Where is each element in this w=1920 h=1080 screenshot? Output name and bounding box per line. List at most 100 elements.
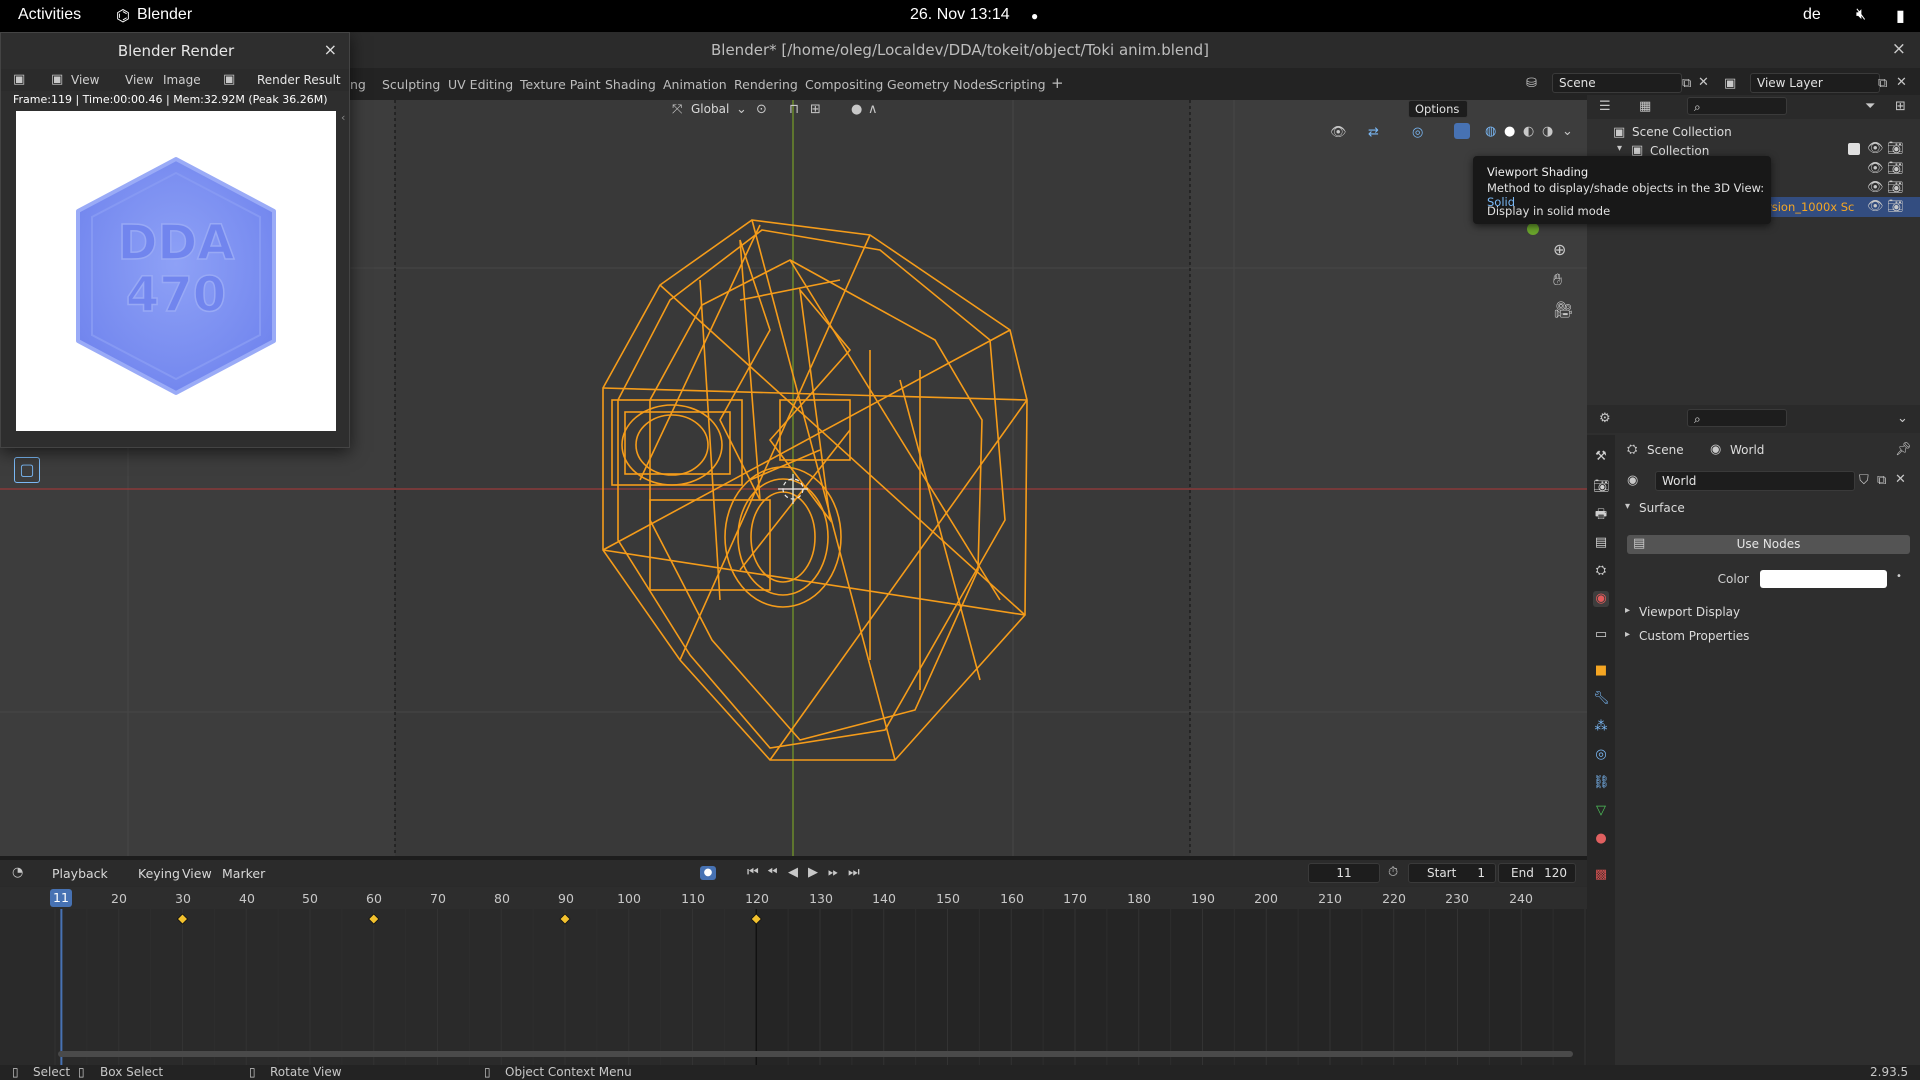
display-mode-icon[interactable]: ▦ [1639, 99, 1651, 114]
gizmo-toggle-icon[interactable]: ⇄ [1368, 125, 1379, 140]
shading-options-chevron-icon[interactable]: ⌄ [1562, 124, 1573, 139]
new-world-icon[interactable]: ⧉ [1877, 473, 1886, 488]
add-cube-tool-icon[interactable]: ▢ [14, 457, 40, 483]
keying-menu[interactable]: Keying [138, 866, 180, 881]
properties-search-input[interactable]: ⌕ [1687, 409, 1787, 427]
tab-rendering[interactable]: Rendering [734, 77, 798, 92]
navigation-gizmo-y-axis[interactable] [1527, 223, 1539, 235]
overlays-toggle-icon[interactable]: ◎ [1412, 125, 1423, 140]
view-menu[interactable]: View [182, 866, 212, 881]
scene-selector[interactable]: Scene [1552, 73, 1682, 93]
end-frame-field[interactable]: End 120 [1498, 863, 1576, 883]
render-camera-icon[interactable]: 📷︎ [1887, 180, 1904, 195]
texture-tab-icon[interactable]: ▩ [1593, 867, 1609, 883]
new-view-layer-icon[interactable]: ⧉ [1878, 76, 1887, 91]
render-tab-icon[interactable]: 📷︎ [1593, 479, 1610, 495]
modifier-tab-icon[interactable]: 🔧︎ [1593, 691, 1610, 707]
battery-icon[interactable]: ▮ [1896, 6, 1905, 26]
solid-shading-icon[interactable]: ● [1504, 124, 1515, 139]
keyframe-dot-icon[interactable]: • [1896, 571, 1902, 582]
image-browse-icon[interactable]: ▣ [223, 72, 235, 87]
playhead-frame-label[interactable]: 11 [50, 889, 72, 907]
collection-tab-icon[interactable]: ▭ [1593, 627, 1609, 643]
panel-collapsed-arrow-icon[interactable]: ▸ [1625, 629, 1630, 640]
view-mode-dropdown[interactable]: View [71, 73, 99, 87]
snap-target-icon[interactable]: ⊞ [810, 102, 821, 117]
render-camera-icon[interactable]: 📷︎ [1887, 141, 1904, 156]
chevron-down-icon[interactable]: ⌄ [1897, 411, 1908, 426]
marker-menu[interactable]: Marker [222, 866, 265, 881]
world-name-field[interactable]: World [1655, 471, 1855, 491]
visibility-eye-icon[interactable]: 👁︎ [1867, 180, 1884, 195]
render-window[interactable]: Blender Render × ▣ ▣ View View Image ▣ R… [0, 32, 350, 448]
editor-type-clock-icon[interactable]: ◔ [12, 865, 23, 880]
world-browse-icon[interactable]: ◉ [1627, 473, 1638, 488]
tab-animation[interactable]: Animation [663, 77, 727, 92]
filter-icon[interactable]: ⏷ [1865, 99, 1875, 114]
constraints-tab-icon[interactable]: ⛓ [1593, 775, 1610, 791]
pivot-point-icon[interactable]: ⊙ [756, 102, 767, 117]
volume-muted-icon[interactable]: 🔇︎ [1856, 6, 1866, 24]
pan-hand-icon[interactable]: ✋︎ [1553, 270, 1562, 290]
fake-user-shield-icon[interactable]: ⛉ [1859, 473, 1869, 488]
world-color-swatch[interactable] [1760, 570, 1887, 588]
new-collection-icon[interactable]: ⊞ [1895, 99, 1906, 114]
play-reverse-icon[interactable]: ◀ [788, 865, 798, 880]
start-frame-field[interactable]: Start 1 [1408, 863, 1496, 883]
world-tab-icon[interactable]: ◉ [1593, 591, 1609, 607]
timeline-editor[interactable]: ◔ Playback Keying View Marker ● ⏮ ⏪︎ ◀ ▶… [0, 860, 1587, 1065]
material-tab-icon[interactable]: ● [1593, 831, 1609, 847]
visibility-eye-icon[interactable]: 👁︎ [1867, 141, 1884, 156]
use-nodes-button[interactable]: Use Nodes [1627, 535, 1910, 554]
clock[interactable]: 26. Nov 13:14 [910, 6, 1010, 24]
render-image[interactable]: DDA 470 [16, 111, 336, 431]
camera-view-icon[interactable]: 🎥︎ [1553, 300, 1573, 319]
snap-icon[interactable]: ⊓ [789, 102, 799, 117]
window-close-button[interactable]: × [1892, 39, 1906, 59]
auto-keying-icon[interactable]: ● [700, 866, 716, 880]
tab-compositing[interactable]: Compositing [805, 77, 883, 92]
transform-orientation-dropdown[interactable]: Global [691, 102, 729, 116]
outliner-search-input[interactable]: ⌕ [1687, 97, 1787, 115]
current-frame-field[interactable]: 11 [1308, 863, 1380, 883]
timeline-ruler[interactable]: 11 20 30 40 50 60 70 80 90 100 110 120 1… [0, 887, 1587, 909]
data-tab-icon[interactable]: ▽ [1593, 803, 1609, 819]
render-camera-icon[interactable]: 📷︎ [1887, 199, 1904, 214]
proportional-editing-icon[interactable]: ● [851, 102, 862, 117]
tab-geometry-nodes[interactable]: Geometry Nodes [887, 77, 992, 92]
rendered-shading-icon[interactable]: ◑ [1542, 124, 1553, 139]
sidebar-toggle-chevron-icon[interactable]: ‹ [341, 111, 345, 124]
expand-arrow-icon[interactable]: ▾ [1617, 143, 1622, 154]
add-workspace-button[interactable]: + [1051, 74, 1064, 92]
custom-properties-panel[interactable]: Custom Properties [1639, 629, 1749, 643]
output-tab-icon[interactable]: 🖶︎ [1593, 507, 1609, 523]
activities-button[interactable]: Activities [18, 6, 81, 24]
visibility-selectability-icon[interactable]: 👁︎ [1330, 125, 1347, 140]
play-icon[interactable]: ▶ [808, 865, 818, 880]
tab-texture-paint[interactable]: Texture Paint [520, 77, 601, 92]
render-camera-icon[interactable]: 📷︎ [1887, 161, 1904, 176]
editor-type-icon[interactable]: ☰ [1599, 99, 1611, 114]
surface-panel-header[interactable]: Surface [1639, 501, 1685, 515]
falloff-icon[interactable]: ∧ [868, 102, 878, 117]
physics-tab-icon[interactable]: ◎ [1593, 747, 1609, 763]
visibility-eye-icon[interactable]: 👁︎ [1867, 161, 1884, 176]
object-tab-icon[interactable]: ■ [1593, 663, 1609, 679]
zoom-icon[interactable]: ⊕ [1553, 240, 1566, 259]
delete-scene-icon[interactable]: ✕ [1698, 75, 1709, 90]
keyboard-layout[interactable]: de [1803, 6, 1821, 24]
tab-uv-editing[interactable]: UV Editing [448, 77, 513, 92]
view-layer-tab-icon[interactable]: ▤ [1593, 535, 1609, 551]
tab-sculpting[interactable]: Sculpting [382, 77, 440, 92]
render-result-selector[interactable]: Render Result [257, 73, 341, 87]
visibility-eye-icon[interactable]: 👁︎ [1867, 199, 1884, 214]
panel-expand-arrow-icon[interactable]: ▾ [1625, 501, 1630, 512]
pin-icon[interactable]: 📌︎ [1895, 442, 1912, 457]
next-keyframe-icon[interactable]: ⏩︎ [828, 865, 838, 880]
scene-tab-icon[interactable]: ⛭ [1593, 563, 1609, 579]
material-preview-shading-icon[interactable]: ◐ [1523, 124, 1534, 139]
render-window-close-button[interactable]: × [324, 40, 337, 59]
wireframe-shading-icon[interactable]: ◍ [1485, 124, 1496, 139]
tab-shading[interactable]: Shading [605, 77, 656, 92]
viewport-display-panel[interactable]: Viewport Display [1639, 605, 1740, 619]
